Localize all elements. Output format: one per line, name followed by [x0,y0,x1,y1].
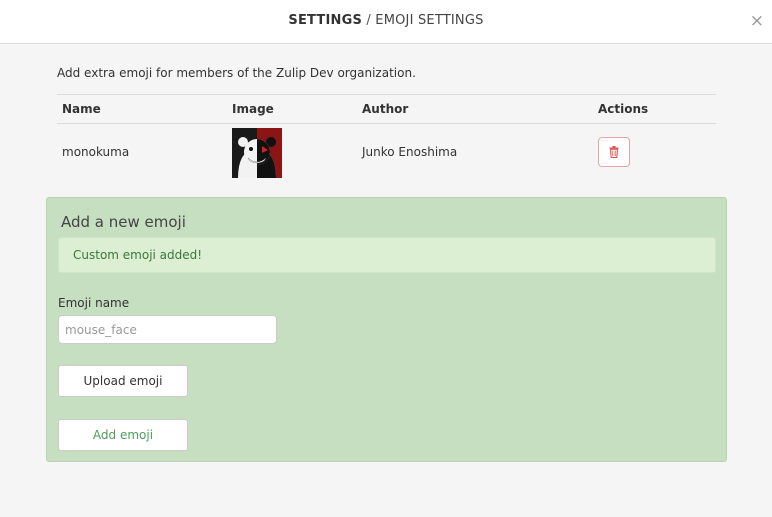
add-emoji-button[interactable]: Add emoji [58,419,188,451]
emoji-table: Name Image Author Actions monokuma Junko… [57,94,716,181]
emoji-name-label: Emoji name [58,296,130,310]
add-emoji-form: Add a new emoji Custom emoji added! Emoj… [46,197,727,462]
table-row: monokuma Junko Enoshima [57,124,716,181]
upload-emoji-button[interactable]: Upload emoji [58,365,188,397]
monokuma-emoji-image [232,128,282,179]
page-title: SETTINGS / EMOJI SETTINGS [0,13,772,28]
success-alert: Custom emoji added! [58,237,716,273]
trash-icon [609,146,619,159]
table-header-row: Name Image Author Actions [57,94,716,124]
settings-description: Add extra emoji for members of the Zulip… [57,66,416,80]
emoji-author-cell: Junko Enoshima [362,145,458,160]
title-separator: / [362,13,376,28]
modal-header: SETTINGS / EMOJI SETTINGS × [0,0,772,44]
emoji-actions-cell [593,124,716,181]
section-title: EMOJI SETTINGS [375,13,484,28]
column-header-author: Author [357,94,593,124]
emoji-image-cell [227,124,357,181]
emoji-name-input[interactable] [58,315,277,344]
settings-title: SETTINGS [288,13,363,28]
delete-emoji-button[interactable] [598,137,630,168]
emoji-name-cell: monokuma [62,145,130,160]
column-header-actions: Actions [593,94,716,124]
column-header-image: Image [227,94,357,124]
close-icon[interactable]: × [750,11,764,31]
column-header-name: Name [57,94,227,124]
add-emoji-title: Add a new emoji [61,213,186,231]
